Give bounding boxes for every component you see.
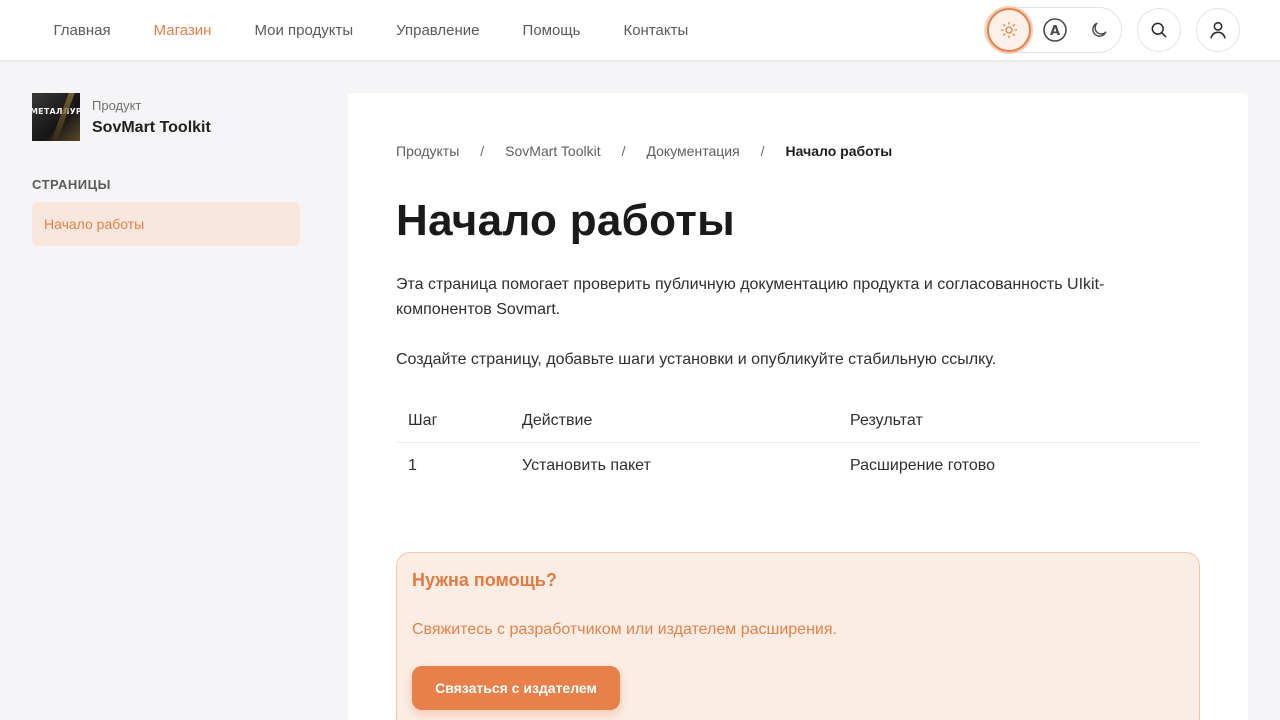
cell-action: Установить пакет — [522, 457, 651, 475]
steps-table: Шаг Действие Результат 1 Установить паке… — [396, 400, 1200, 490]
product-label: Продукт — [92, 97, 142, 113]
column-header-step: Шаг — [408, 411, 438, 429]
nav-item-store[interactable]: Магазин — [132, 22, 233, 39]
search-button[interactable] — [1137, 8, 1181, 52]
theme-auto-button[interactable]: A — [1033, 8, 1077, 52]
breadcrumb-current: Начало работы — [785, 143, 893, 159]
product-thumbnail-text: МЕТАЛЛУРГА! — [32, 107, 80, 116]
moon-icon — [1092, 22, 1107, 37]
user-icon — [1210, 21, 1226, 39]
page-title: Начало работы — [396, 196, 735, 245]
contact-publisher-button[interactable]: Связаться с издателем — [412, 666, 620, 710]
pages-section-title: СТРАНИЦЫ — [32, 177, 111, 192]
product-header: МЕТАЛЛУРГА! Продукт SovMart Toolkit — [32, 93, 300, 141]
table-row: 1 Установить пакет Расширение готово — [396, 442, 1200, 490]
breadcrumb: Продукты / SovMart Toolkit / Документаци… — [396, 143, 892, 159]
breadcrumb-product[interactable]: SovMart Toolkit — [505, 143, 600, 159]
nav-item-home[interactable]: Главная — [32, 22, 132, 39]
main-nav: Главная Магазин Мои продукты Управление … — [32, 0, 710, 60]
help-callout: Нужна помощь? Свяжитесь с разработчиком … — [396, 552, 1200, 720]
auto-theme-icon: A — [1043, 18, 1067, 42]
theme-switcher: A — [984, 7, 1122, 53]
cell-result: Расширение готово — [850, 457, 996, 475]
cell-step: 1 — [408, 457, 417, 475]
main-content: Продукты / SovMart Toolkit / Документаци… — [348, 93, 1248, 720]
theme-light-button[interactable] — [987, 8, 1031, 52]
help-text: Свяжитесь с разработчиком или издателем … — [412, 621, 837, 638]
nav-item-contacts[interactable]: Контакты — [602, 22, 710, 39]
breadcrumb-separator: / — [621, 143, 626, 159]
theme-dark-button[interactable] — [1077, 8, 1121, 52]
product-thumbnail: МЕТАЛЛУРГА! — [32, 93, 80, 141]
product-name: SovMart Toolkit — [92, 118, 211, 136]
instructions-paragraph: Создайте страницу, добавьте шаги установ… — [396, 351, 997, 368]
column-header-action: Действие — [522, 411, 593, 429]
user-profile-button[interactable] — [1196, 8, 1240, 52]
intro-paragraph: Эта страница помогает проверить публичну… — [396, 276, 1105, 318]
top-navigation-bar: Главная Магазин Мои продукты Управление … — [0, 0, 1280, 60]
nav-item-my-products[interactable]: Мои продукты — [233, 22, 375, 39]
auto-theme-glyph: A — [1050, 24, 1060, 39]
help-title: Нужна помощь? — [412, 570, 557, 590]
breadcrumb-products[interactable]: Продукты — [396, 143, 459, 159]
breadcrumb-separator: / — [760, 143, 765, 159]
breadcrumb-separator: / — [480, 143, 485, 159]
nav-item-help[interactable]: Помощь — [501, 22, 602, 39]
breadcrumb-documentation[interactable]: Документация — [647, 143, 740, 159]
column-header-result: Результат — [850, 411, 923, 429]
nav-item-management[interactable]: Управление — [375, 22, 501, 39]
search-icon — [1151, 22, 1167, 38]
sun-icon — [1000, 21, 1018, 39]
product-meta: Продукт SovMart Toolkit — [92, 98, 211, 137]
sidebar-item-getting-started[interactable]: Начало работы — [32, 202, 300, 246]
table-header-row: Шаг Действие Результат — [396, 400, 1200, 442]
sidebar: МЕТАЛЛУРГА! Продукт SovMart Toolkit СТРА… — [32, 93, 300, 246]
